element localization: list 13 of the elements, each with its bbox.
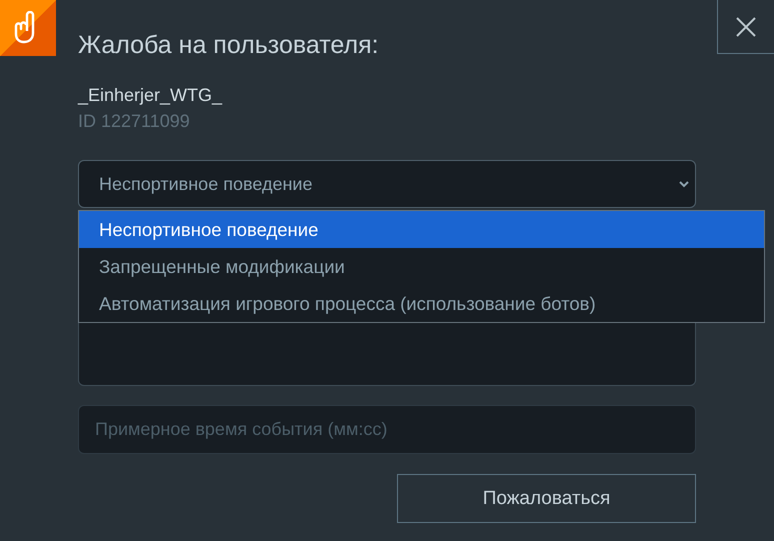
close-icon [736, 16, 756, 36]
dropdown-option[interactable]: Запрещенные модификации [79, 248, 764, 285]
time-field[interactable]: Примерное время события (мм:сс) [78, 405, 696, 454]
dropdown-option[interactable]: Автоматизация игрового процесса (использование ботов) [79, 285, 764, 322]
hand-icon [0, 0, 56, 56]
user-id: ID 122711099 [78, 110, 191, 132]
user-name: _Einherjer_WTG_ [78, 84, 224, 106]
reason-select[interactable]: Неспортивное поведение [78, 160, 696, 208]
chevron-icon [679, 180, 689, 188]
dropdown-option[interactable]: Неспортивное поведение [79, 211, 764, 248]
dialog-title: Жалоба на пользователя: [78, 30, 380, 61]
submit-button[interactable]: Пожаловаться [397, 474, 696, 523]
close-button[interactable] [717, 0, 774, 54]
